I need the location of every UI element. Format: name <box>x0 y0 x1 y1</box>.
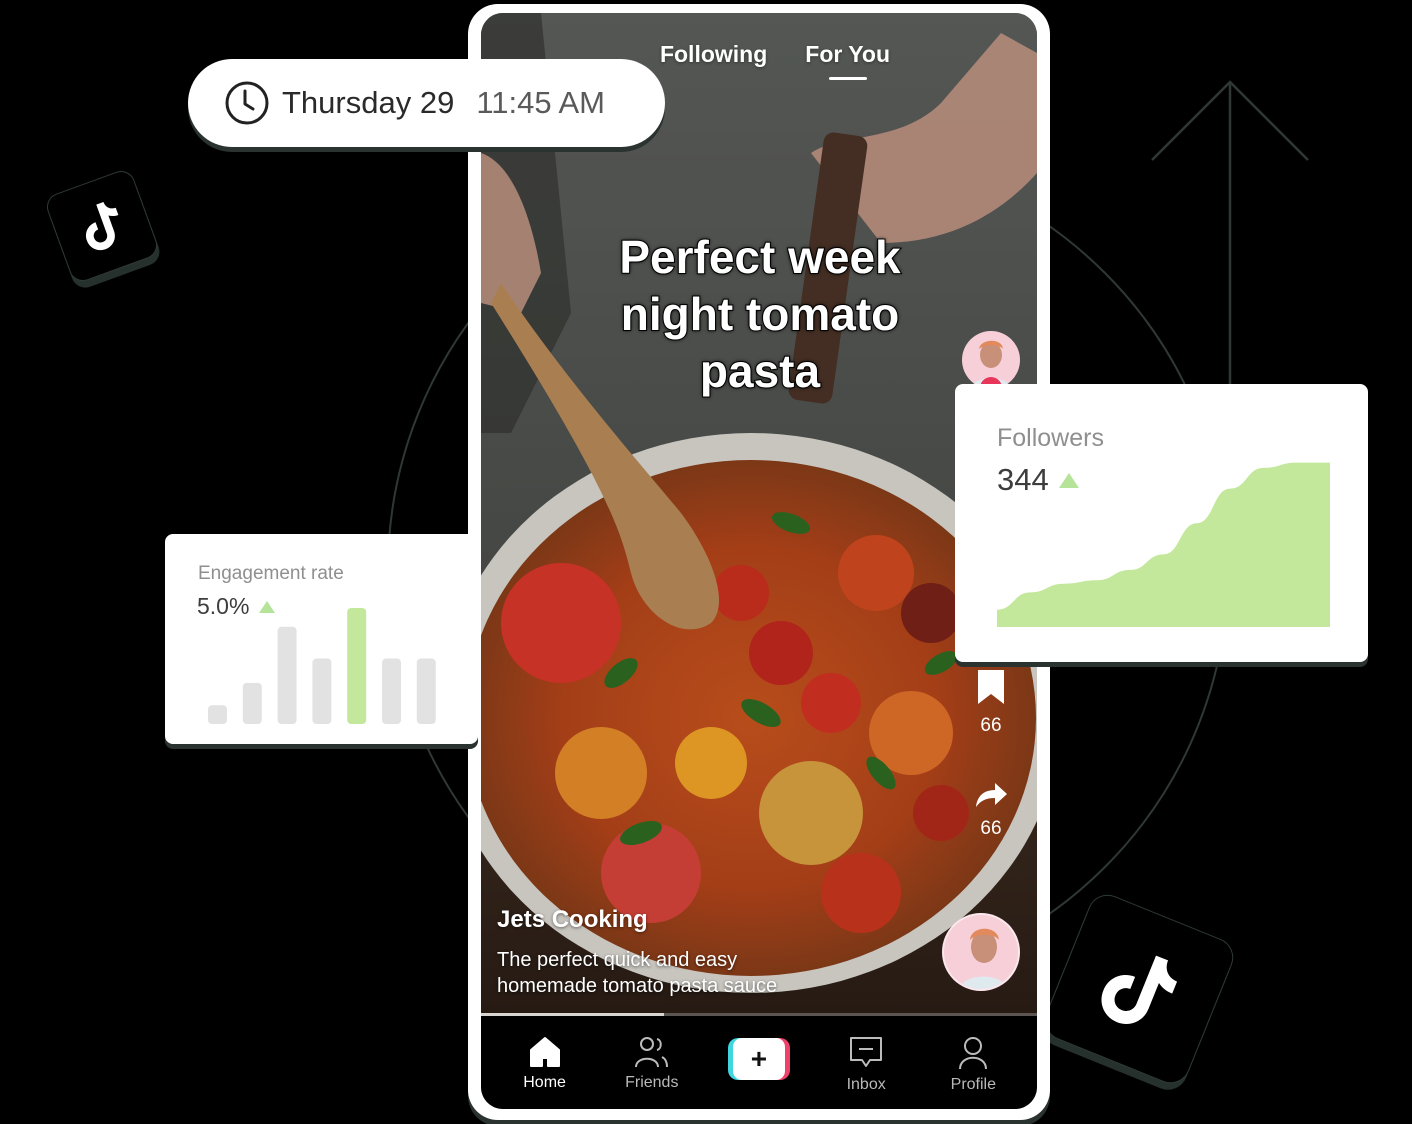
followers-value-row: 344 <box>997 462 1079 498</box>
engagement-bar <box>347 608 367 724</box>
video-thumbnail[interactable] <box>481 13 1037 1017</box>
share-action[interactable]: 66 <box>973 781 1009 840</box>
video-caption: The perfect quick and easy homemade toma… <box>497 947 777 999</box>
schedule-time: 11:45 AM <box>476 85 606 120</box>
engagement-rate-card: Engagement rate 5.0% <box>165 534 478 744</box>
nav-friends[interactable]: Friends <box>604 1016 700 1092</box>
tab-following[interactable]: Following <box>660 41 767 68</box>
engagement-bar <box>382 658 401 724</box>
bookmark-count: 66 <box>980 715 1002 736</box>
schedule-date: Thursday 29 <box>282 85 455 120</box>
engagement-bar <box>312 658 332 724</box>
bottom-nav: Home Friends + Inbox Profile <box>481 1016 1037 1109</box>
bookmark-action[interactable]: 66 <box>973 670 1009 737</box>
clock-icon <box>225 81 269 125</box>
nav-home-label: Home <box>523 1074 566 1091</box>
engagement-value-row: 5.0% <box>197 593 276 620</box>
share-icon <box>976 783 1007 807</box>
engagement-bar <box>277 626 297 724</box>
phone-screen: Following For You Perfect week night tom… <box>481 13 1037 1109</box>
friends-icon <box>634 1037 668 1068</box>
inbox-icon <box>850 1037 883 1067</box>
nav-create[interactable]: + <box>711 1016 807 1080</box>
followers-card: Followers 344 <box>955 384 1368 662</box>
engagement-value: 5.0% <box>197 593 250 619</box>
video-title-line: Perfect week <box>618 230 901 284</box>
trend-up-icon <box>259 600 276 613</box>
video-title-line: night tomato <box>620 287 901 341</box>
followers-label: Followers <box>997 424 1104 452</box>
profile-icon <box>959 1037 988 1070</box>
create-plus-icon: + <box>732 1038 785 1080</box>
engagement-label: Engagement rate <box>198 563 344 584</box>
nav-profile-label: Profile <box>950 1076 997 1093</box>
scheduled-datetime-pill[interactable]: Thursday 29 11:45 AM <box>188 59 665 147</box>
nav-profile[interactable]: Profile <box>925 1016 1021 1094</box>
growth-arrow-icon <box>1151 80 1309 384</box>
video-title-overlay: Perfect week night tomato pasta <box>481 229 1037 400</box>
home-icon <box>529 1037 560 1067</box>
trend-up-icon <box>1058 472 1079 488</box>
tiktok-logo-icon <box>1101 955 1178 1024</box>
sound-avatar[interactable] <box>942 913 1020 991</box>
tab-for-you[interactable]: For You <box>805 41 890 68</box>
engagement-bar <box>416 658 436 724</box>
engagement-bar <box>208 705 227 724</box>
caption-line: The perfect quick and easy <box>497 949 738 971</box>
caption-line: homemade tomato pasta sauce <box>497 975 778 997</box>
bookmark-icon <box>978 670 1004 704</box>
followers-value: 344 <box>997 462 1049 497</box>
nav-inbox[interactable]: Inbox <box>818 1016 914 1094</box>
video-title-line: pasta <box>699 344 821 398</box>
nav-inbox-label: Inbox <box>846 1076 886 1093</box>
share-count: 66 <box>980 818 1002 839</box>
tiktok-logo-icon <box>86 202 119 251</box>
create-button[interactable]: + <box>727 1038 790 1080</box>
creator-name[interactable]: Jets Cooking <box>497 906 648 934</box>
nav-friends-label: Friends <box>625 1074 679 1091</box>
engagement-bar <box>242 682 262 724</box>
nav-home[interactable]: Home <box>497 1016 593 1092</box>
